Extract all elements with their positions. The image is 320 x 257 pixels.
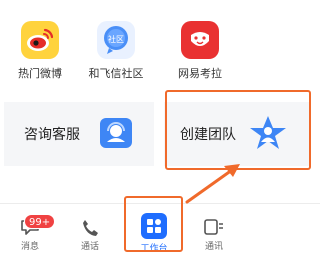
guide-arrow	[185, 164, 240, 204]
